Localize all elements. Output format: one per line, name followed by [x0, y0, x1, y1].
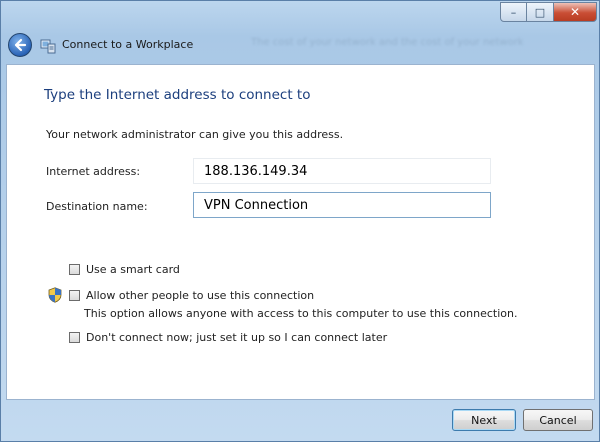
wizard-content: Type the Internet address to connect to …: [6, 64, 595, 400]
smart-card-checkbox[interactable]: [69, 264, 80, 275]
uac-shield-icon: [48, 287, 62, 303]
allow-others-checkbox[interactable]: [69, 290, 80, 301]
destination-name-input[interactable]: [193, 192, 491, 218]
dont-connect-checkbox[interactable]: [69, 332, 80, 343]
title-background-text: The cost of your network and the cost of…: [251, 37, 524, 48]
back-arrow-icon: [14, 38, 27, 52]
connect-workplace-window: The cost of your network and the cost of…: [0, 0, 600, 442]
allow-others-note: This option allows anyone with access to…: [84, 307, 518, 320]
internet-address-label: Internet address:: [46, 165, 141, 178]
close-button[interactable]: ✕: [553, 2, 597, 22]
smart-card-label: Use a smart card: [86, 263, 180, 276]
network-window-icon: [40, 39, 56, 54]
dont-connect-option[interactable]: Don't connect now; just set it up so I c…: [69, 331, 387, 344]
wizard-footer: Next Cancel: [1, 400, 599, 441]
destination-name-label: Destination name:: [46, 200, 148, 213]
description-text: Your network administrator can give you …: [46, 128, 344, 141]
maximize-button[interactable]: □: [526, 2, 554, 22]
allow-others-label: Allow other people to use this connectio…: [86, 289, 315, 302]
minimize-button[interactable]: –: [500, 2, 527, 22]
smart-card-option[interactable]: Use a smart card: [69, 263, 180, 276]
maximize-icon: □: [534, 5, 546, 19]
window-title: Connect to a Workplace: [62, 38, 194, 51]
back-button[interactable]: [8, 33, 32, 57]
page-heading: Type the Internet address to connect to: [44, 87, 311, 103]
allow-others-option[interactable]: Allow other people to use this connectio…: [69, 289, 314, 302]
cancel-button[interactable]: Cancel: [523, 409, 593, 431]
close-icon: ✕: [569, 5, 581, 19]
next-button[interactable]: Next: [452, 409, 516, 431]
internet-address-input[interactable]: [193, 158, 491, 184]
title-bar: The cost of your network and the cost of…: [1, 1, 599, 63]
dont-connect-label: Don't connect now; just set it up so I c…: [86, 331, 388, 344]
minimize-icon: –: [510, 5, 517, 19]
